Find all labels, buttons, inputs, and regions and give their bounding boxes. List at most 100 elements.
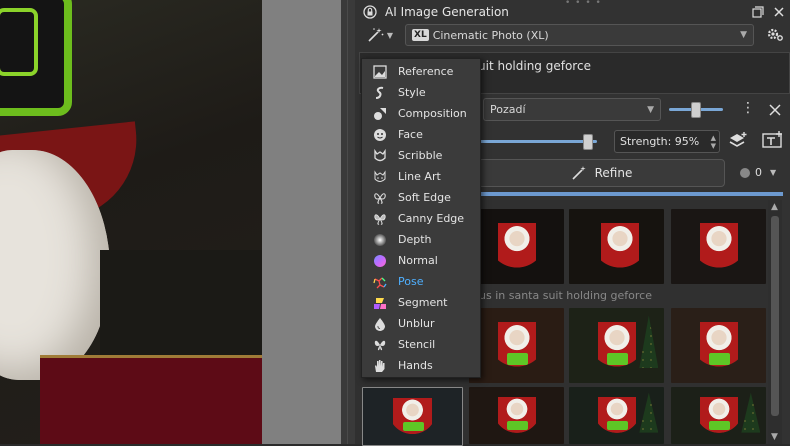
menu-item-label: Unblur — [398, 317, 435, 330]
settings-icon[interactable] — [766, 26, 784, 42]
strength-spinbox[interactable]: Strength: 95% ▲ ▼ — [614, 130, 720, 153]
chevron-down-icon: ▼ — [740, 30, 747, 40]
add-control-button[interactable]: ▼ — [363, 26, 397, 44]
float-icon[interactable] — [752, 6, 764, 18]
style-select-value: Cinematic Photo (XL) — [432, 28, 549, 42]
history-thumbnail[interactable] — [469, 308, 564, 383]
history-thumbnail[interactable] — [569, 308, 664, 383]
menu-item-scribble[interactable]: Scribble — [362, 145, 480, 166]
menu-item-label: Pose — [398, 275, 424, 288]
composition-icon — [372, 106, 388, 122]
segment-icon — [372, 295, 388, 311]
spin-arrows-icon[interactable]: ▲ ▼ — [711, 134, 716, 150]
magic-wand-icon — [368, 28, 384, 42]
menu-item-unblur[interactable]: Unblur — [362, 313, 480, 334]
xl-badge: XL — [412, 29, 429, 41]
more-options-icon[interactable]: ⋮ — [741, 101, 755, 115]
menu-item-style[interactable]: Style — [362, 82, 480, 103]
menu-item-label: Stencil — [398, 338, 436, 351]
menu-item-segment[interactable]: Segment — [362, 292, 480, 313]
chevron-down-icon: ▼ — [770, 168, 777, 177]
gpu-graphic — [0, 0, 72, 116]
menu-item-label: Hands — [398, 359, 433, 372]
menu-item-stencil[interactable]: Stencil — [362, 334, 480, 355]
strength-slider[interactable] — [479, 140, 597, 143]
control-layer-value: Pozadí — [490, 103, 526, 116]
menu-item-composition[interactable]: Composition — [362, 103, 480, 124]
queue-status-icon — [740, 167, 750, 178]
pose-icon — [372, 274, 388, 290]
history-thumbnail[interactable] — [469, 209, 564, 284]
layers-add-icon[interactable] — [728, 131, 748, 149]
chevron-down-icon: ▼ — [386, 30, 394, 40]
menu-item-label: Canny Edge — [398, 212, 465, 225]
reference-icon — [372, 64, 388, 80]
menu-item-line-art[interactable]: Line Art — [362, 166, 480, 187]
menu-item-pose[interactable]: Pose — [362, 271, 480, 292]
normal-icon — [372, 253, 388, 269]
menu-item-label: Segment — [398, 296, 448, 309]
scribble-icon — [372, 148, 388, 164]
history-thumbnail-selected[interactable] — [362, 387, 463, 446]
canny-edge-icon — [372, 211, 388, 227]
face-icon — [372, 127, 388, 143]
control-layer-select[interactable]: Pozadí ▼ — [483, 98, 661, 121]
menu-item-canny-edge[interactable]: Canny Edge — [362, 208, 480, 229]
red-surface — [40, 355, 262, 444]
menu-item-face[interactable]: Face — [362, 124, 480, 145]
unblur-icon — [372, 316, 388, 332]
menu-item-label: Reference — [398, 65, 454, 78]
menu-item-hands[interactable]: Hands — [362, 355, 480, 376]
menu-item-depth[interactable]: Depth — [362, 229, 480, 250]
stencil-icon — [372, 337, 388, 353]
history-thumbnail[interactable] — [671, 209, 766, 284]
docker-titlebar: • • • • AI Image Generation — [355, 0, 790, 24]
history-thumbnail[interactable] — [569, 387, 664, 444]
menu-item-soft-edge[interactable]: Soft Edge — [362, 187, 480, 208]
style-select[interactable]: XL Cinematic Photo (XL) ▼ — [405, 24, 754, 46]
depth-icon — [372, 232, 388, 248]
history-prompt: us in santa suit holding geforce — [479, 289, 652, 302]
scroll-up-icon[interactable]: ▲ — [771, 202, 778, 212]
menu-item-reference[interactable]: Reference — [362, 61, 480, 82]
close-icon[interactable] — [773, 6, 785, 18]
style-icon — [372, 85, 388, 101]
canvas-image[interactable] — [0, 0, 262, 444]
menu-item-label: Style — [398, 86, 426, 99]
line-art-icon — [372, 169, 388, 185]
history-thumbnail[interactable] — [569, 209, 664, 284]
menu-item-label: Face — [398, 128, 423, 141]
strength-slider-handle[interactable] — [583, 134, 593, 150]
menu-item-label: Composition — [398, 107, 467, 120]
control-type-menu: Reference Style Composition Face Scribble Lin… — [361, 58, 481, 378]
menu-item-label: Normal — [398, 254, 438, 267]
prompt-text: uit holding geforce — [478, 59, 591, 73]
refine-label: Refine — [594, 166, 633, 180]
menu-item-normal[interactable]: Normal — [362, 250, 480, 271]
menu-item-label: Soft Edge — [398, 191, 451, 204]
hands-icon — [372, 358, 388, 374]
remove-control-icon[interactable] — [769, 104, 781, 116]
drag-handle[interactable]: • • • • — [565, 0, 602, 8]
refine-button[interactable]: Refine — [478, 159, 725, 187]
text-add-icon[interactable] — [762, 131, 784, 149]
history-thumbnail[interactable] — [671, 387, 766, 444]
chevron-down-icon: ▼ — [647, 104, 654, 115]
progress-bar — [477, 192, 783, 196]
menu-item-label: Depth — [398, 233, 432, 246]
history-scrollbar[interactable]: ▲ ▼ — [768, 200, 782, 444]
dock-splitter[interactable] — [341, 0, 355, 444]
history-thumbnail[interactable] — [469, 387, 564, 444]
soft-edge-icon — [372, 190, 388, 206]
queue-button[interactable]: 0 ▼ — [740, 166, 776, 179]
canvas-background — [262, 0, 342, 444]
docker-title: AI Image Generation — [385, 5, 509, 19]
slider-handle[interactable] — [691, 102, 701, 118]
magic-wand-icon — [572, 166, 586, 180]
scroll-down-icon[interactable]: ▼ — [771, 432, 778, 442]
history-thumbnail[interactable] — [671, 308, 766, 383]
strength-value: Strength: 95% — [620, 135, 700, 148]
lock-icon[interactable] — [363, 5, 377, 19]
menu-item-label: Scribble — [398, 149, 443, 162]
scrollbar-thumb[interactable] — [771, 216, 779, 416]
